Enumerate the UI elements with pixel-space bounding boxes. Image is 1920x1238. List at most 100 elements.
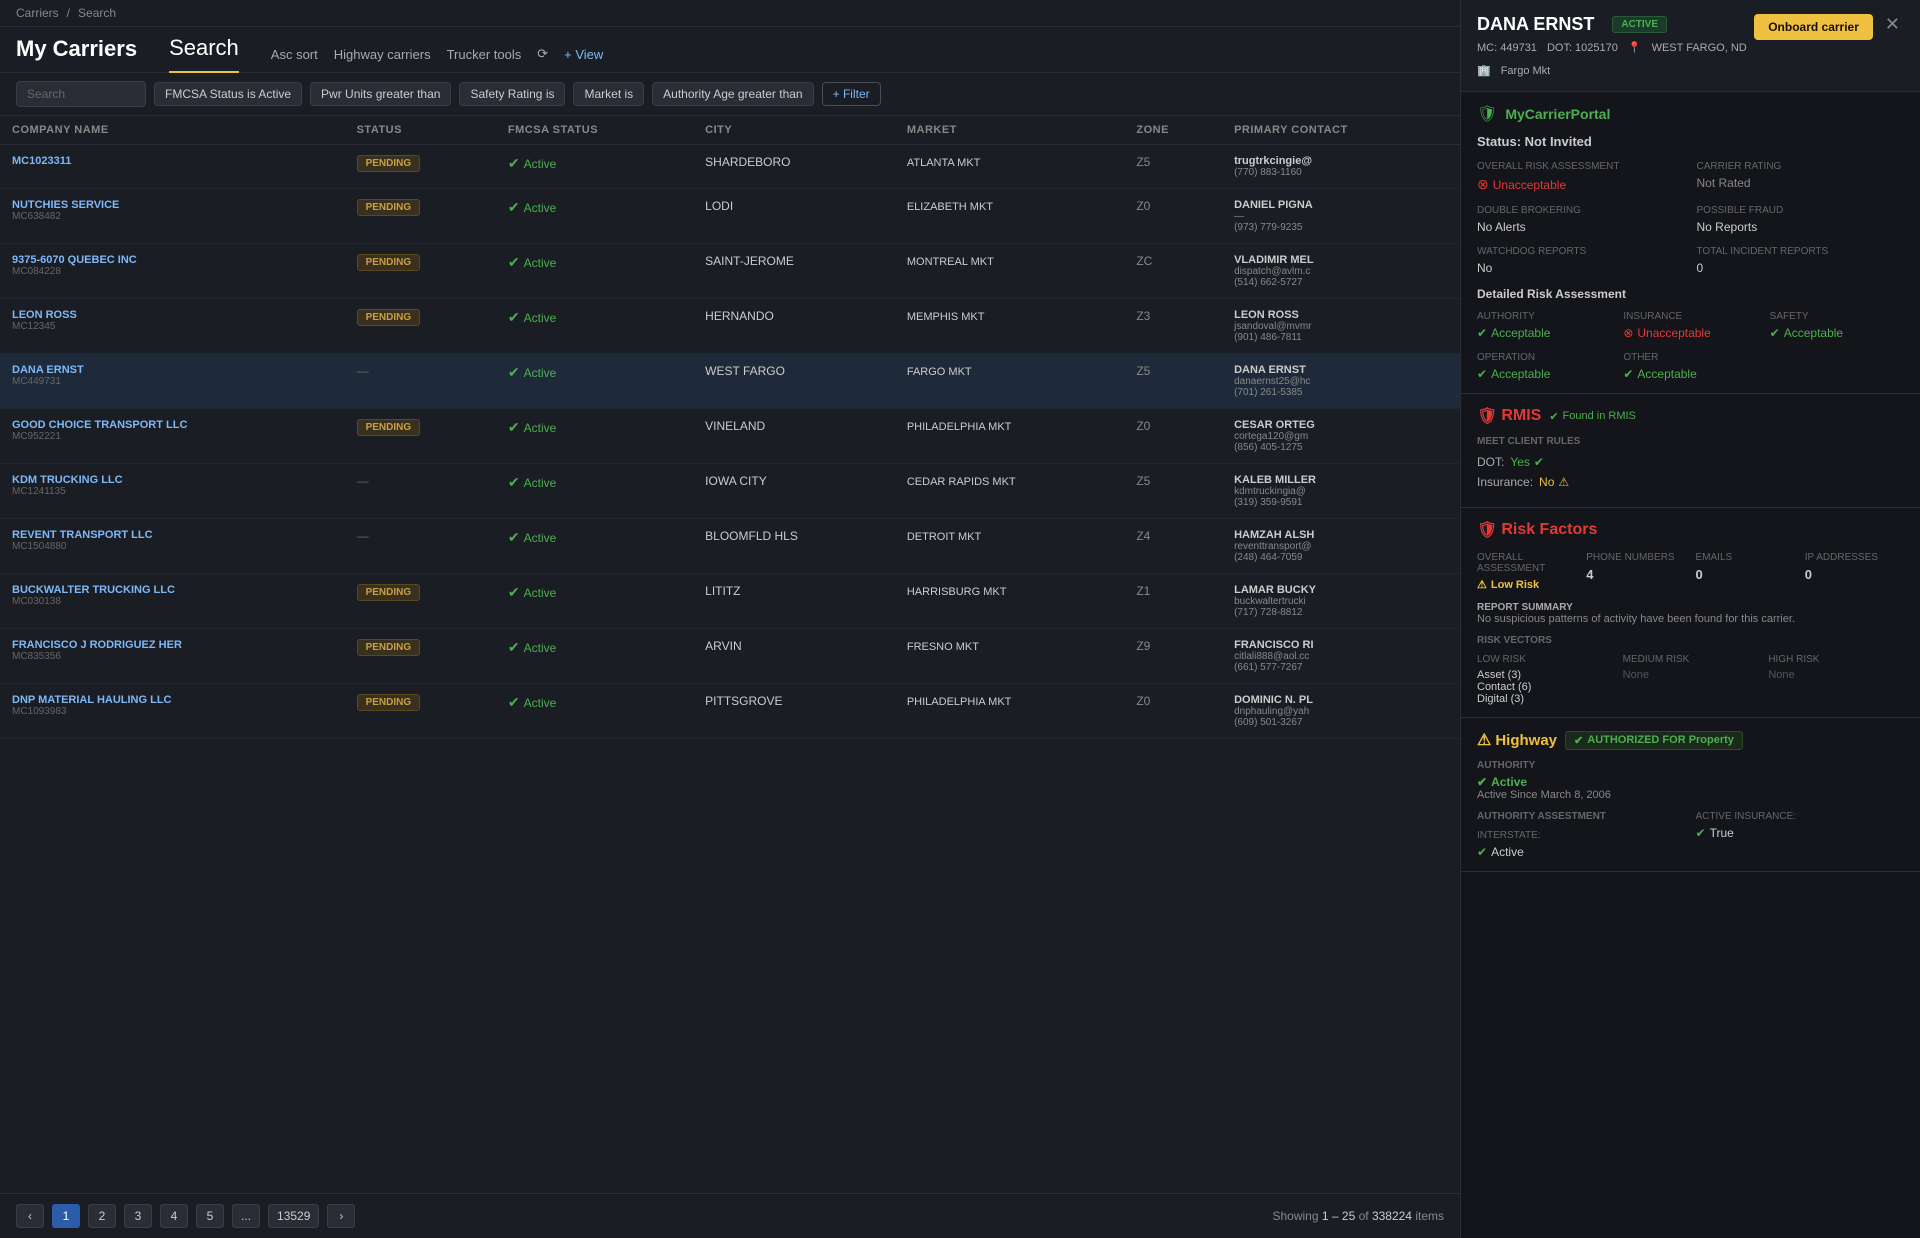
table-row[interactable]: DANA ERNSTMC449731—✔ActiveWEST FARGOFARG… <box>0 354 1460 409</box>
rmis-found-check: ✔ <box>1549 410 1558 423</box>
fmcsa-filter-chip[interactable]: FMCSA Status is Active <box>154 82 302 106</box>
carrier-mc: MC: 449731 <box>1477 42 1537 54</box>
fmcsa-status: ✔Active <box>508 529 681 546</box>
authority-filter-chip[interactable]: Authority Age greater than <box>652 82 813 106</box>
page-last-btn[interactable]: 13529 <box>268 1204 319 1228</box>
location-icon: 📍 <box>1628 41 1642 54</box>
table-row[interactable]: REVENT TRANSPORT LLCMC1504880—✔ActiveBLO… <box>0 519 1460 574</box>
company-name: NUTCHIES SERVICE <box>12 199 333 211</box>
company-name: GOOD CHOICE TRANSPORT LLC <box>12 419 333 431</box>
contact-phone: (973) 779-9235 <box>1234 222 1448 233</box>
refresh-icon[interactable]: ⟳ <box>537 46 548 62</box>
carrier-rating-item: CARRIER RATING Not Rated <box>1697 161 1905 193</box>
authority-item: AUTHORITY ✔ Acceptable <box>1477 311 1611 340</box>
table-row[interactable]: DNP MATERIAL HAULING LLCMC1093983PENDING… <box>0 684 1460 739</box>
contact-name: DOMINIC N. PL <box>1234 694 1448 706</box>
table-row[interactable]: FRANCISCO J RODRIGUEZ HERMC835356PENDING… <box>0 629 1460 684</box>
contact-name: LAMAR BUCKY <box>1234 584 1448 596</box>
page-ellipsis-btn[interactable]: ... <box>232 1204 260 1228</box>
fmcsa-status: ✔Active <box>508 364 681 381</box>
company-name: BUCKWALTER TRUCKING LLC <box>12 584 333 596</box>
safety-filter-chip[interactable]: Safety Rating is <box>459 82 565 106</box>
rf-emails-value: 0 <box>1696 567 1795 582</box>
asc-sort-btn[interactable]: Asc sort <box>271 47 318 62</box>
risk-vectors-label: RISK VECTORS <box>1477 635 1904 646</box>
low-risk-vector: LOW RISK Asset (3)Contact (6)Digital (3) <box>1477 654 1613 705</box>
double-brokering-value: No Alerts <box>1477 220 1685 234</box>
table-row[interactable]: MC1023311PENDING✔ActiveSHARDEBOROATLANTA… <box>0 145 1460 189</box>
status-label: Status: Not Invited <box>1477 134 1904 149</box>
possible-fraud-value: No Reports <box>1697 220 1905 234</box>
double-brokering-label: DOUBLE BROKERING <box>1477 205 1685 216</box>
fmcsa-check-icon: ✔ <box>508 309 520 326</box>
table-row[interactable]: 9375-6070 QUEBEC INCMC084228PENDING✔Acti… <box>0 244 1460 299</box>
market-value: MONTREAL MKT <box>907 256 994 268</box>
cell-market: CEDAR RAPIDS MKT <box>895 464 1125 519</box>
hw-assessment-grid: AUTHORITY ASSESTMENT Interstate: ✔ Activ… <box>1477 811 1904 859</box>
page-5-btn[interactable]: 5 <box>196 1204 224 1228</box>
fmcsa-value: Active <box>524 311 557 325</box>
fmcsa-value: Active <box>524 421 557 435</box>
prev-page-btn[interactable]: ‹ <box>16 1204 44 1228</box>
cell-city: WEST FARGO <box>693 354 895 409</box>
cell-city: BLOOMFLD HLS <box>693 519 895 574</box>
search-input[interactable] <box>16 81 146 107</box>
cell-city: SHARDEBORO <box>693 145 895 189</box>
contact-name: trugtrkcingie@ <box>1234 155 1448 167</box>
table-row[interactable]: KDM TRUCKING LLCMC1241135—✔ActiveIOWA CI… <box>0 464 1460 519</box>
page-4-btn[interactable]: 4 <box>160 1204 188 1228</box>
table-row[interactable]: BUCKWALTER TRUCKING LLCMC030138PENDING✔A… <box>0 574 1460 629</box>
carrier-rating-value: Not Rated <box>1697 176 1905 190</box>
hw-authority: AUTHORITY ✔ Active Active Since March 8,… <box>1477 760 1904 801</box>
col-fmcsa: FMCSA Status <box>496 116 693 145</box>
trucker-tools-btn[interactable]: Trucker tools <box>447 47 522 62</box>
cell-company: REVENT TRANSPORT LLCMC1504880 <box>0 519 345 574</box>
cell-company: BUCKWALTER TRUCKING LLCMC030138 <box>0 574 345 629</box>
rf-phones-label: PHONE NUMBERS <box>1586 552 1685 563</box>
cell-status: PENDING <box>345 299 496 354</box>
insurance-label: INSURANCE <box>1623 311 1757 322</box>
status-badge: PENDING <box>357 694 421 711</box>
contact-email: reventtransport@ <box>1234 541 1448 552</box>
table-row[interactable]: NUTCHIES SERVICEMC638482PENDING✔ActiveLO… <box>0 189 1460 244</box>
pwr-filter-chip[interactable]: Pwr Units greater than <box>310 82 451 106</box>
highway-section: ⚠ Highway ✔ AUTHORIZED FOR Property AUTH… <box>1461 718 1920 872</box>
cell-status: PENDING <box>345 574 496 629</box>
city-value: SHARDEBORO <box>705 155 790 169</box>
contact-phone: (319) 359-9591 <box>1234 497 1448 508</box>
cell-zone: Z5 <box>1124 145 1222 189</box>
report-summary-text: No suspicious patterns of activity have … <box>1477 613 1795 625</box>
report-summary: REPORT SUMMARY No suspicious patterns of… <box>1477 601 1904 625</box>
market-icon: 🏢 <box>1477 64 1491 77</box>
table-row[interactable]: GOOD CHOICE TRANSPORT LLCMC952221PENDING… <box>0 409 1460 464</box>
fmcsa-value: Active <box>524 531 557 545</box>
insurance-rule-label: Insurance: <box>1477 475 1533 489</box>
risk-factors-section: 🛡 Risk Factors OVERALL ASSESSMENT ⚠ Low … <box>1461 508 1920 718</box>
page-1-btn[interactable]: 1 <box>52 1204 80 1228</box>
highway-carriers-btn[interactable]: Highway carriers <box>334 47 431 62</box>
contact-phone: (717) 728-8812 <box>1234 607 1448 618</box>
breadcrumb-carriers[interactable]: Carriers <box>16 6 59 20</box>
page-2-btn[interactable]: 2 <box>88 1204 116 1228</box>
page-3-btn[interactable]: 3 <box>124 1204 152 1228</box>
mc-number: MC638482 <box>12 211 333 222</box>
market-filter-chip[interactable]: Market is <box>573 82 644 106</box>
close-panel-btn[interactable]: ✕ <box>1881 14 1904 35</box>
contact-email: kdmtruckingia@ <box>1234 486 1448 497</box>
view-btn[interactable]: + View <box>564 47 603 62</box>
contact-email: buckwaltertrucki <box>1234 596 1448 607</box>
add-filter-btn[interactable]: + Filter <box>822 82 881 106</box>
table-row[interactable]: LEON ROSSMC12345PENDING✔ActiveHERNANDOME… <box>0 299 1460 354</box>
next-page-btn[interactable]: › <box>327 1204 355 1228</box>
onboard-carrier-btn[interactable]: Onboard carrier <box>1754 14 1873 40</box>
company-name: 9375-6070 QUEBEC INC <box>12 254 333 266</box>
cell-zone: Z1 <box>1124 574 1222 629</box>
cell-company: GOOD CHOICE TRANSPORT LLCMC952221 <box>0 409 345 464</box>
tab-search[interactable]: Search <box>169 35 239 73</box>
status-badge: PENDING <box>357 584 421 601</box>
cell-zone: Z3 <box>1124 299 1222 354</box>
hw-insurance-value: ✔ True <box>1696 826 1905 840</box>
authority-ok-icon: ✔ <box>1477 326 1487 340</box>
zone-value: Z0 <box>1136 419 1150 433</box>
hw-assess-label: AUTHORITY ASSESTMENT <box>1477 811 1686 822</box>
